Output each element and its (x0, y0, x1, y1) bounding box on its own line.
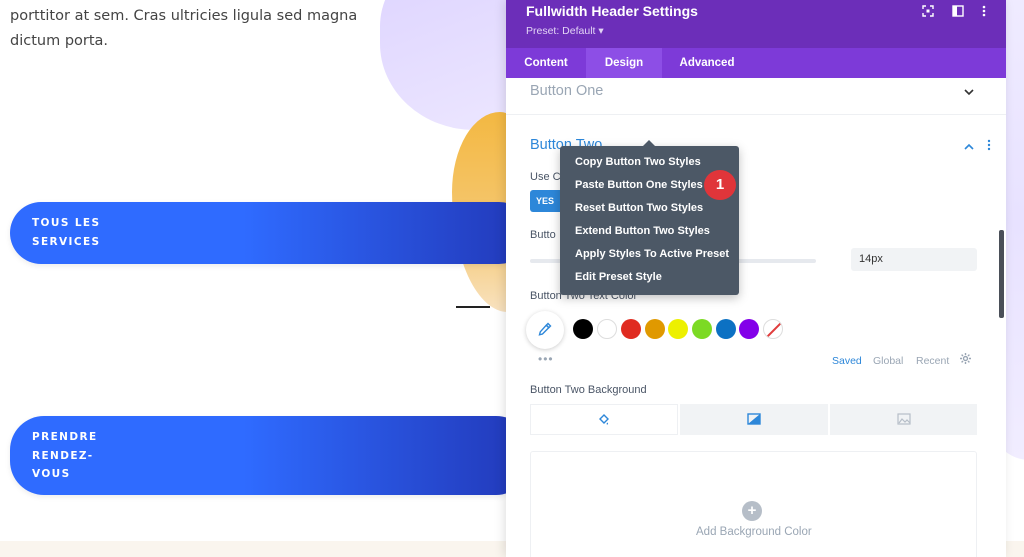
scrollbar[interactable] (999, 230, 1004, 318)
swatch-blue[interactable] (716, 319, 736, 339)
background-tab-image[interactable] (830, 404, 977, 435)
tab-content[interactable]: Content (506, 48, 586, 78)
swatch-no-color[interactable] (763, 319, 783, 339)
color-tab-global[interactable]: Global (873, 355, 903, 367)
color-tab-saved[interactable]: Saved (832, 355, 862, 367)
background-tab-color[interactable] (530, 404, 678, 435)
background-tabs (530, 404, 977, 435)
appointment-button[interactable]: PRENDRE RENDEZ- VOUS (10, 416, 530, 495)
step-badge: 1 (704, 170, 736, 200)
modal-header: Fullwidth Header Settings Preset: Defaul… (506, 0, 1006, 48)
color-picker-button[interactable] (526, 311, 564, 349)
sidebar-icon[interactable] (950, 5, 966, 21)
menu-edit-preset[interactable]: Edit Preset Style (575, 268, 662, 286)
menu-copy-styles[interactable]: Copy Button Two Styles (575, 153, 701, 171)
services-button[interactable]: TOUS LES SERVICES (10, 202, 530, 264)
gradient-icon (747, 413, 761, 425)
eyedropper-icon (538, 322, 552, 336)
modal-title: Fullwidth Header Settings (526, 3, 698, 19)
text-size-input[interactable] (851, 248, 977, 271)
swatch-purple[interactable] (739, 319, 759, 339)
modal-tabs: Content Design Advanced (506, 48, 1006, 78)
image-icon (897, 413, 911, 425)
chevron-up-icon[interactable] (962, 139, 976, 153)
chevron-down-icon[interactable] (962, 85, 976, 99)
services-button-label: TOUS LES SERVICES (32, 217, 101, 248)
page-paragraph: porttitor at sem. Cras ultricies ligula … (10, 8, 358, 49)
section-options-icon[interactable] (982, 139, 996, 153)
menu-paste-styles[interactable]: Paste Button One Styles (575, 176, 703, 194)
text-size-label: Butto (530, 229, 556, 241)
swatch-green[interactable] (692, 319, 712, 339)
tab-design[interactable]: Design (586, 48, 662, 78)
gear-icon[interactable] (960, 353, 971, 367)
more-vertical-icon[interactable] (976, 5, 992, 21)
add-background-button[interactable]: + (742, 501, 762, 521)
background-tab-gradient[interactable] (680, 404, 828, 435)
swatch-white[interactable] (597, 319, 617, 339)
section-button-one[interactable]: Button One (530, 83, 603, 99)
tab-advanced[interactable]: Advanced (662, 48, 752, 78)
swatch-black[interactable] (573, 319, 593, 339)
paint-bucket-icon (599, 414, 609, 425)
menu-extend-styles[interactable]: Extend Button Two Styles (575, 222, 710, 240)
color-tab-recent[interactable]: Recent (916, 355, 949, 367)
swatch-orange[interactable] (645, 319, 665, 339)
more-colors-icon[interactable]: ••• (538, 352, 554, 366)
preset-selector[interactable]: Preset: Default ▾ (526, 25, 604, 37)
swatch-yellow[interactable] (668, 319, 688, 339)
appointment-button-label: PRENDRE RENDEZ- VOUS (32, 431, 98, 480)
focus-icon[interactable] (920, 5, 936, 21)
menu-reset-styles[interactable]: Reset Button Two Styles (575, 199, 703, 217)
add-background-label: Add Background Color (696, 526, 812, 538)
context-menu: Copy Button Two Styles Paste Button One … (560, 140, 739, 295)
section-divider (506, 114, 1006, 115)
use-custom-styles-label: Use C (530, 171, 561, 183)
background-label: Button Two Background (530, 384, 647, 396)
swatch-red[interactable] (621, 319, 641, 339)
menu-apply-preset[interactable]: Apply Styles To Active Preset (575, 245, 729, 263)
decorative-underline (456, 306, 490, 308)
